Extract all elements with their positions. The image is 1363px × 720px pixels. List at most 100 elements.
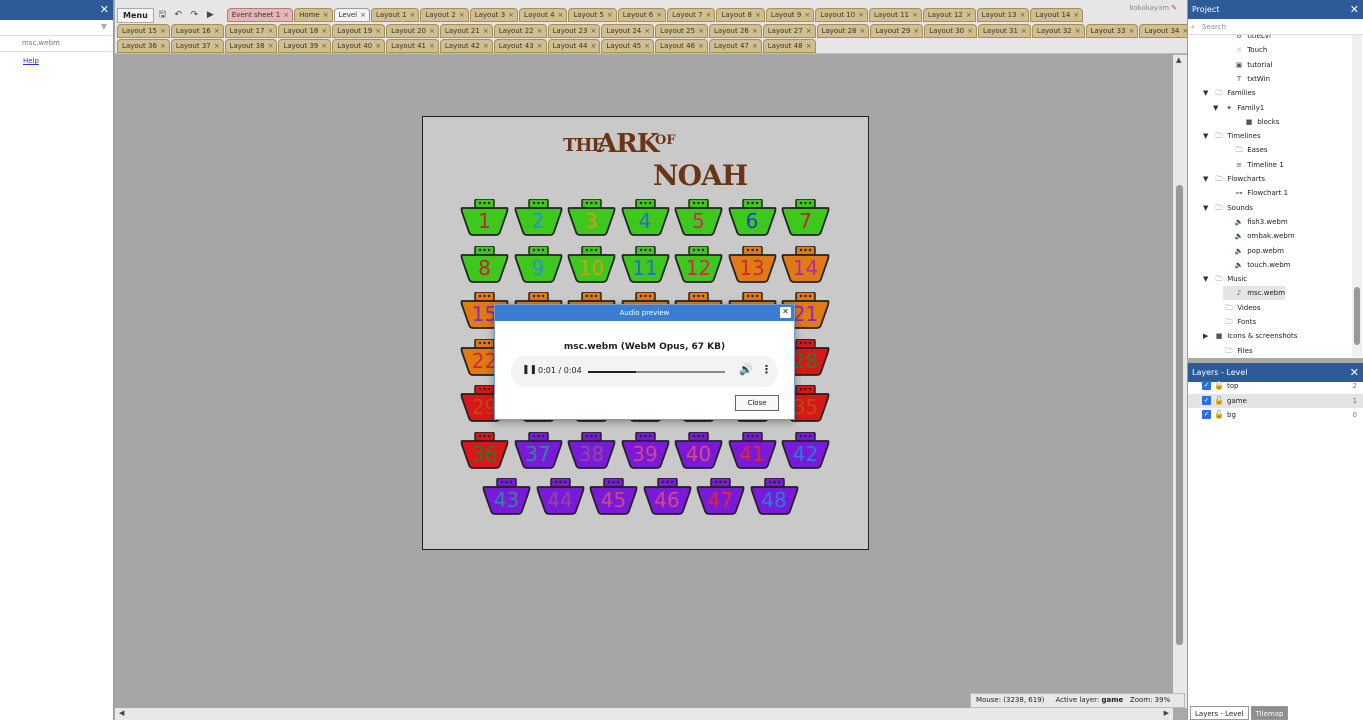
tab-layout-31[interactable]: Layout 31 × (978, 24, 1031, 38)
tab-layout-28[interactable]: Layout 28 × (816, 24, 870, 38)
tree-item[interactable]: ■ blocks (1233, 115, 1280, 129)
tree-item[interactable]: ▼ 🗀 Timelines (1203, 129, 1261, 143)
visibility-checkbox[interactable]: ✓ (1202, 395, 1211, 405)
tree-item[interactable]: ♪ msc.webm (1223, 286, 1286, 301)
tab-layout-47[interactable]: Layout 47 × (708, 39, 762, 53)
close-tab-icon[interactable]: × (590, 27, 596, 35)
tab-layout-5[interactable]: Layout 5 × (568, 8, 617, 22)
level-button[interactable]: 6 (728, 199, 777, 236)
close-tab-icon[interactable]: × (706, 11, 712, 19)
tab-layout-30[interactable]: Layout 30 × (924, 24, 977, 38)
tab-layers[interactable]: Layers - Level (1190, 706, 1249, 720)
close-tab-icon[interactable]: × (1020, 11, 1026, 19)
close-tab-icon[interactable]: × (644, 27, 650, 35)
close-tab-icon[interactable]: × (321, 42, 327, 50)
tree-item[interactable]: ▼ 🗀 Music (1203, 272, 1247, 286)
scroll-thumb[interactable] (1176, 185, 1183, 645)
tab-layout-45[interactable]: Layout 45 × (601, 39, 655, 53)
help-link[interactable]: Help (0, 52, 113, 65)
tab-layout-12[interactable]: Layout 12 × (922, 8, 976, 22)
tab-layout-2[interactable]: Layout 2 × (420, 8, 469, 22)
tab-layout-48[interactable]: Layout 48 × (762, 39, 816, 53)
save-icon[interactable]: 🖫 (155, 8, 170, 23)
expand-arrow-icon[interactable]: ▼ (1203, 129, 1213, 143)
tab-layout-19[interactable]: Layout 19 × (332, 24, 386, 38)
level-button[interactable]: 12 (674, 245, 723, 283)
close-tab-icon[interactable]: × (268, 27, 274, 35)
expand-arrow-icon[interactable]: ▼ (1213, 101, 1223, 115)
level-button[interactable]: 48 (750, 478, 799, 515)
tab-layout-17[interactable]: Layout 17 × (224, 24, 278, 38)
notification-icon[interactable]: ✎ (1171, 4, 1177, 12)
tree-item[interactable]: ⚙ titleLvl (1223, 35, 1271, 43)
tab-layout-11[interactable]: Layout 11 × (869, 8, 922, 22)
close-tab-icon[interactable]: × (806, 27, 812, 35)
close-tab-icon[interactable]: × (160, 27, 166, 35)
close-tab-icon[interactable]: × (459, 11, 465, 19)
tab-layout-22[interactable]: Layout 22 × (493, 24, 547, 38)
tree-item[interactable]: 🔈 ombak.webm (1223, 229, 1295, 243)
close-tab-icon[interactable]: × (698, 42, 704, 50)
level-button[interactable]: 2 (514, 199, 563, 236)
tree-item[interactable]: ▼ 🗀 Sounds (1203, 201, 1253, 215)
level-button[interactable]: 14 (781, 245, 830, 283)
close-tab-icon[interactable]: × (860, 27, 866, 35)
close-tab-icon[interactable]: × (698, 27, 704, 35)
tab-layout-23[interactable]: Layout 23 × (547, 24, 601, 38)
tree-item[interactable]: 🗀 Fonts (1213, 315, 1257, 329)
tab-tilemap[interactable]: Tilemap (1250, 706, 1289, 720)
level-button[interactable]: 39 (621, 431, 670, 469)
tree-item[interactable]: ▼ 🗀 Families (1203, 86, 1256, 100)
tab-layout-27[interactable]: Layout 27 × (762, 24, 816, 38)
level-button[interactable]: 1 (460, 199, 509, 236)
close-icon[interactable]: ✕ (1350, 0, 1359, 19)
tab-layout-38[interactable]: Layout 38 × (224, 39, 278, 53)
close-tab-icon[interactable]: × (360, 11, 366, 19)
close-tab-icon[interactable]: × (375, 42, 381, 50)
lock-icon[interactable]: 🔓 (1214, 408, 1224, 422)
level-button[interactable]: 9 (514, 245, 563, 283)
tree-item[interactable]: 🔈 touch.webm (1223, 258, 1291, 272)
expand-arrow-icon[interactable]: ▼ (1203, 172, 1213, 186)
tab-layout-1[interactable]: Layout 1 × (370, 8, 420, 22)
close-tab-icon[interactable]: × (508, 11, 514, 19)
layer-row[interactable]: ✓ 🔓 top 2 (1188, 379, 1363, 393)
close-tab-icon[interactable]: × (429, 42, 435, 50)
tree-item[interactable]: 🗀 Eases (1223, 143, 1268, 157)
tree-item[interactable]: ⊶ Flowchart 1 (1223, 186, 1289, 200)
close-tab-icon[interactable]: × (644, 42, 650, 50)
undo-icon[interactable]: ↶ (171, 8, 186, 23)
properties-filter[interactable]: ▼ (0, 20, 113, 36)
tab-layout-18[interactable]: Layout 18 × (278, 24, 332, 38)
tab-layout-6[interactable]: Layout 6 × (617, 8, 667, 22)
level-button[interactable]: 40 (674, 431, 723, 469)
close-button[interactable]: Close (735, 395, 779, 411)
tree-item[interactable]: 🗀 Files (1213, 344, 1253, 357)
close-tab-icon[interactable]: × (656, 11, 662, 19)
tree-item[interactable]: 🗀 Videos (1213, 301, 1261, 315)
scroll-right-icon[interactable]: ▶ (1164, 709, 1169, 717)
close-tab-icon[interactable]: × (214, 42, 220, 50)
close-tab-icon[interactable]: × (537, 27, 543, 35)
level-button[interactable]: 11 (621, 245, 670, 283)
tab-layout-26[interactable]: Layout 26 × (708, 24, 762, 38)
tab-layout-13[interactable]: Layout 13 × (976, 8, 1030, 22)
level-button[interactable]: 38 (567, 431, 616, 469)
tab-layout-4[interactable]: Layout 4 × (519, 8, 568, 22)
level-button[interactable]: 5 (674, 199, 723, 236)
visibility-checkbox[interactable]: ✓ (1202, 410, 1211, 419)
tab-layout-32[interactable]: Layout 32 × (1031, 24, 1085, 38)
tree-item[interactable]: ▼ 🗀 Flowcharts (1203, 172, 1265, 186)
lock-icon[interactable]: 🔓 (1214, 379, 1224, 393)
vertical-scrollbar[interactable]: ▲ ▼ (1173, 55, 1187, 708)
close-tab-icon[interactable]: × (755, 11, 761, 19)
level-button[interactable]: 46 (643, 478, 692, 515)
level-button[interactable]: 8 (460, 245, 509, 283)
expand-arrow-icon[interactable]: ▼ (1203, 201, 1213, 215)
tab-layout-41[interactable]: Layout 41 × (386, 39, 439, 53)
level-button[interactable]: 13 (728, 245, 777, 283)
lock-icon[interactable]: 🔓 (1214, 394, 1224, 408)
level-button[interactable]: 47 (696, 478, 745, 515)
tab-layout-20[interactable]: Layout 20 × (386, 24, 439, 38)
tab-layout-44[interactable]: Layout 44 × (547, 39, 601, 53)
